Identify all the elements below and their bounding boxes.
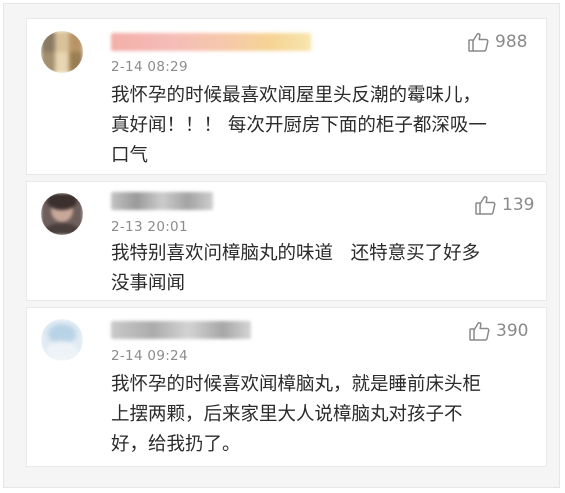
comment-text: 我特别喜欢问樟脑丸的味道 还特意买了好多 没事闻闻 [111,243,481,294]
comment-card: 2-14 08:29 988 我怀孕的时候最喜欢闻屋里头反潮的霉味儿， 真好闻！… [26,18,547,175]
user-avatar[interactable] [41,193,83,235]
comment-time: 2-14 09:24 [111,348,188,364]
like-count: 988 [495,32,528,52]
like-count: 139 [502,195,535,215]
comment-time: 2-14 08:29 [111,59,188,75]
like-button[interactable]: 988 [468,32,527,52]
like-button[interactable]: 139 [475,195,534,215]
thumbs-up-icon [469,321,490,341]
comment-text: 我怀孕的时候最喜欢闻屋里头反潮的霉味儿， 真好闻！！！ 每次开厨房下面的柜子都深… [111,85,487,166]
username-blurred[interactable] [111,33,311,51]
user-avatar[interactable] [41,319,83,361]
user-avatar[interactable] [41,31,83,73]
comment-time: 2-13 20:01 [111,219,188,235]
comment-card: 2-14 09:24 390 我怀孕的时候喜欢闻樟脑丸，就是睡前床头柜 上摆两颗… [26,307,547,467]
comment-text: 我怀孕的时候喜欢闻樟脑丸，就是睡前床头柜 上摆两颗，后来家里大人说樟脑丸对孩子不… [111,374,482,455]
like-count: 390 [496,321,529,341]
username-blurred[interactable] [111,192,213,210]
thumbs-up-icon [475,195,496,215]
comment-card: 2-13 20:01 139 我特别喜欢问樟脑丸的味道 还特意买了好多 没事闻闻 [26,181,547,301]
thumbs-up-icon [468,32,489,52]
like-button[interactable]: 390 [469,321,528,341]
username-blurred[interactable] [111,321,251,339]
comment-list-frame: 2-14 08:29 988 我怀孕的时候最喜欢闻屋里头反潮的霉味儿， 真好闻！… [3,3,560,488]
